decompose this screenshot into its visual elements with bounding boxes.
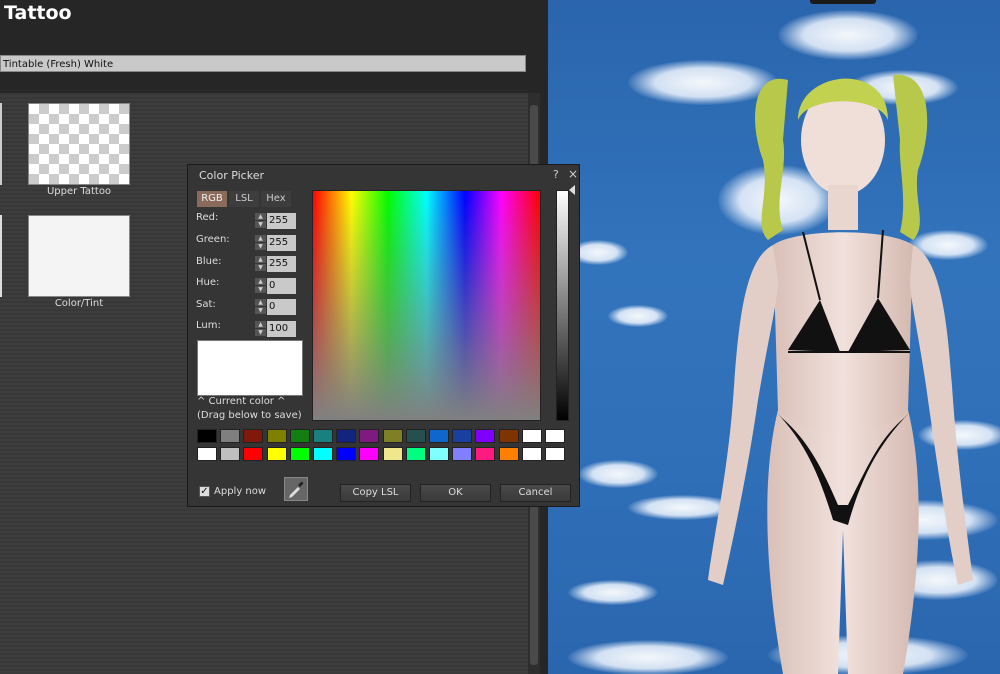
drag-hint: (Drag below to save) xyxy=(197,410,302,421)
apply-now-checkbox[interactable]: ✓ xyxy=(199,486,210,497)
green-input[interactable]: 255 xyxy=(267,235,296,251)
spin-down-icon[interactable]: ▼ xyxy=(255,286,266,293)
red-input[interactable]: 255 xyxy=(267,213,296,229)
spin-down-icon[interactable]: ▼ xyxy=(255,307,266,314)
hue-label: Hue: xyxy=(196,277,220,288)
palette-swatch[interactable] xyxy=(452,447,473,461)
lum-spinner[interactable]: ▲ ▼ xyxy=(255,321,266,337)
spin-up-icon[interactable]: ▲ xyxy=(255,321,266,328)
panel-titlebar: Tattoo xyxy=(0,0,548,30)
palette-swatch[interactable] xyxy=(405,447,426,461)
palette-swatch[interactable] xyxy=(498,429,519,443)
palette-swatch[interactable] xyxy=(220,447,241,461)
palette-swatch[interactable] xyxy=(313,429,333,443)
palette-swatch[interactable] xyxy=(382,429,403,443)
palette-swatch[interactable] xyxy=(475,429,496,443)
palette-swatch[interactable] xyxy=(266,429,287,443)
arm-left xyxy=(708,245,778,585)
left-swatch-edge-1 xyxy=(0,103,2,185)
arm-right xyxy=(910,245,973,585)
color-picker-dialog: Color Picker ? × RGB LSL Hex Red: ▲ ▼ 255… xyxy=(187,164,580,507)
left-swatch-edge-2 xyxy=(0,215,2,297)
palette-swatch[interactable] xyxy=(243,447,264,461)
tab-hex[interactable]: Hex xyxy=(261,191,291,207)
hair-left xyxy=(755,78,788,241)
blue-label: Blue: xyxy=(196,256,222,267)
palette-swatch[interactable] xyxy=(429,447,449,461)
hue-input[interactable]: 0 xyxy=(267,278,296,294)
palette-swatch[interactable] xyxy=(545,429,565,443)
upper-tattoo-label: Upper Tattoo xyxy=(46,186,112,197)
hue-spinner[interactable]: ▲ ▼ xyxy=(255,278,266,294)
palette-swatch[interactable] xyxy=(289,429,310,443)
close-icon[interactable]: × xyxy=(568,167,578,181)
red-label: Red: xyxy=(196,212,219,223)
palette-swatch[interactable] xyxy=(336,447,357,461)
dialog-title: Color Picker xyxy=(199,169,264,182)
eyedropper-button[interactable] xyxy=(284,477,308,501)
color-tint-label: Color/Tint xyxy=(54,298,104,309)
green-spinner[interactable]: ▲ ▼ xyxy=(255,235,266,251)
spin-down-icon[interactable]: ▼ xyxy=(255,243,266,250)
palette-swatch[interactable] xyxy=(197,447,217,461)
current-color-caption: ^ Current color ^ xyxy=(197,396,286,407)
tab-lsl[interactable]: LSL xyxy=(229,191,259,207)
palette-swatch[interactable] xyxy=(521,447,542,461)
palette-swatch[interactable] xyxy=(359,429,380,443)
palette-swatch[interactable] xyxy=(359,447,380,461)
spin-up-icon[interactable]: ▲ xyxy=(255,235,266,242)
spin-up-icon[interactable]: ▲ xyxy=(255,299,266,306)
spin-up-icon[interactable]: ▲ xyxy=(255,278,266,285)
palette-swatch[interactable] xyxy=(405,429,426,443)
hair-right xyxy=(893,74,928,240)
spin-down-icon[interactable]: ▼ xyxy=(255,221,266,228)
help-icon[interactable]: ? xyxy=(553,168,559,181)
luminance-slider[interactable] xyxy=(556,190,569,421)
upper-tattoo-texture[interactable] xyxy=(28,103,130,185)
current-color-swatch[interactable] xyxy=(197,340,303,396)
color-tint-swatch[interactable] xyxy=(28,215,130,297)
palette-swatch[interactable] xyxy=(243,429,264,443)
lum-label: Lum: xyxy=(196,320,221,331)
tab-rgb[interactable]: RGB xyxy=(197,191,227,207)
palette-swatch[interactable] xyxy=(197,429,217,443)
copy-lsl-button[interactable]: Copy LSL xyxy=(340,484,411,502)
luminance-marker-icon[interactable] xyxy=(569,185,575,195)
spin-up-icon[interactable]: ▲ xyxy=(255,213,266,220)
apply-now-label: Apply now xyxy=(214,486,267,497)
legs xyxy=(767,410,919,674)
lum-input[interactable]: 100 xyxy=(267,321,296,337)
sat-label: Sat: xyxy=(196,299,216,310)
red-spinner[interactable]: ▲ ▼ xyxy=(255,213,266,229)
panel-title: Tattoo xyxy=(4,2,72,24)
wearable-name-field[interactable]: Tintable (Fresh) White xyxy=(0,55,526,72)
palette-swatch[interactable] xyxy=(475,447,496,461)
palette-swatch[interactable] xyxy=(382,447,403,461)
blue-input[interactable]: 255 xyxy=(267,256,296,272)
world-viewport[interactable] xyxy=(548,0,1000,674)
avatar[interactable] xyxy=(548,0,1000,674)
sat-input[interactable]: 0 xyxy=(267,299,296,315)
palette-swatch[interactable] xyxy=(336,429,357,443)
palette-swatch[interactable] xyxy=(266,447,287,461)
cancel-button[interactable]: Cancel xyxy=(500,484,571,502)
sat-spinner[interactable]: ▲ ▼ xyxy=(255,299,266,315)
spin-down-icon[interactable]: ▼ xyxy=(255,264,266,271)
palette-swatch[interactable] xyxy=(313,447,333,461)
color-spectrum[interactable] xyxy=(312,190,541,421)
palette-swatch[interactable] xyxy=(220,429,241,443)
neck xyxy=(828,185,858,230)
palette-swatch[interactable] xyxy=(429,429,449,443)
eyedropper-icon xyxy=(289,481,304,498)
spin-up-icon[interactable]: ▲ xyxy=(255,256,266,263)
blue-spinner[interactable]: ▲ ▼ xyxy=(255,256,266,272)
palette-swatch[interactable] xyxy=(289,447,310,461)
ok-button[interactable]: OK xyxy=(420,484,491,502)
palette-swatch[interactable] xyxy=(521,429,542,443)
spin-down-icon[interactable]: ▼ xyxy=(255,329,266,336)
palette-swatch[interactable] xyxy=(498,447,519,461)
palette-swatch[interactable] xyxy=(452,429,473,443)
palette-swatch[interactable] xyxy=(545,447,565,461)
green-label: Green: xyxy=(196,234,230,245)
